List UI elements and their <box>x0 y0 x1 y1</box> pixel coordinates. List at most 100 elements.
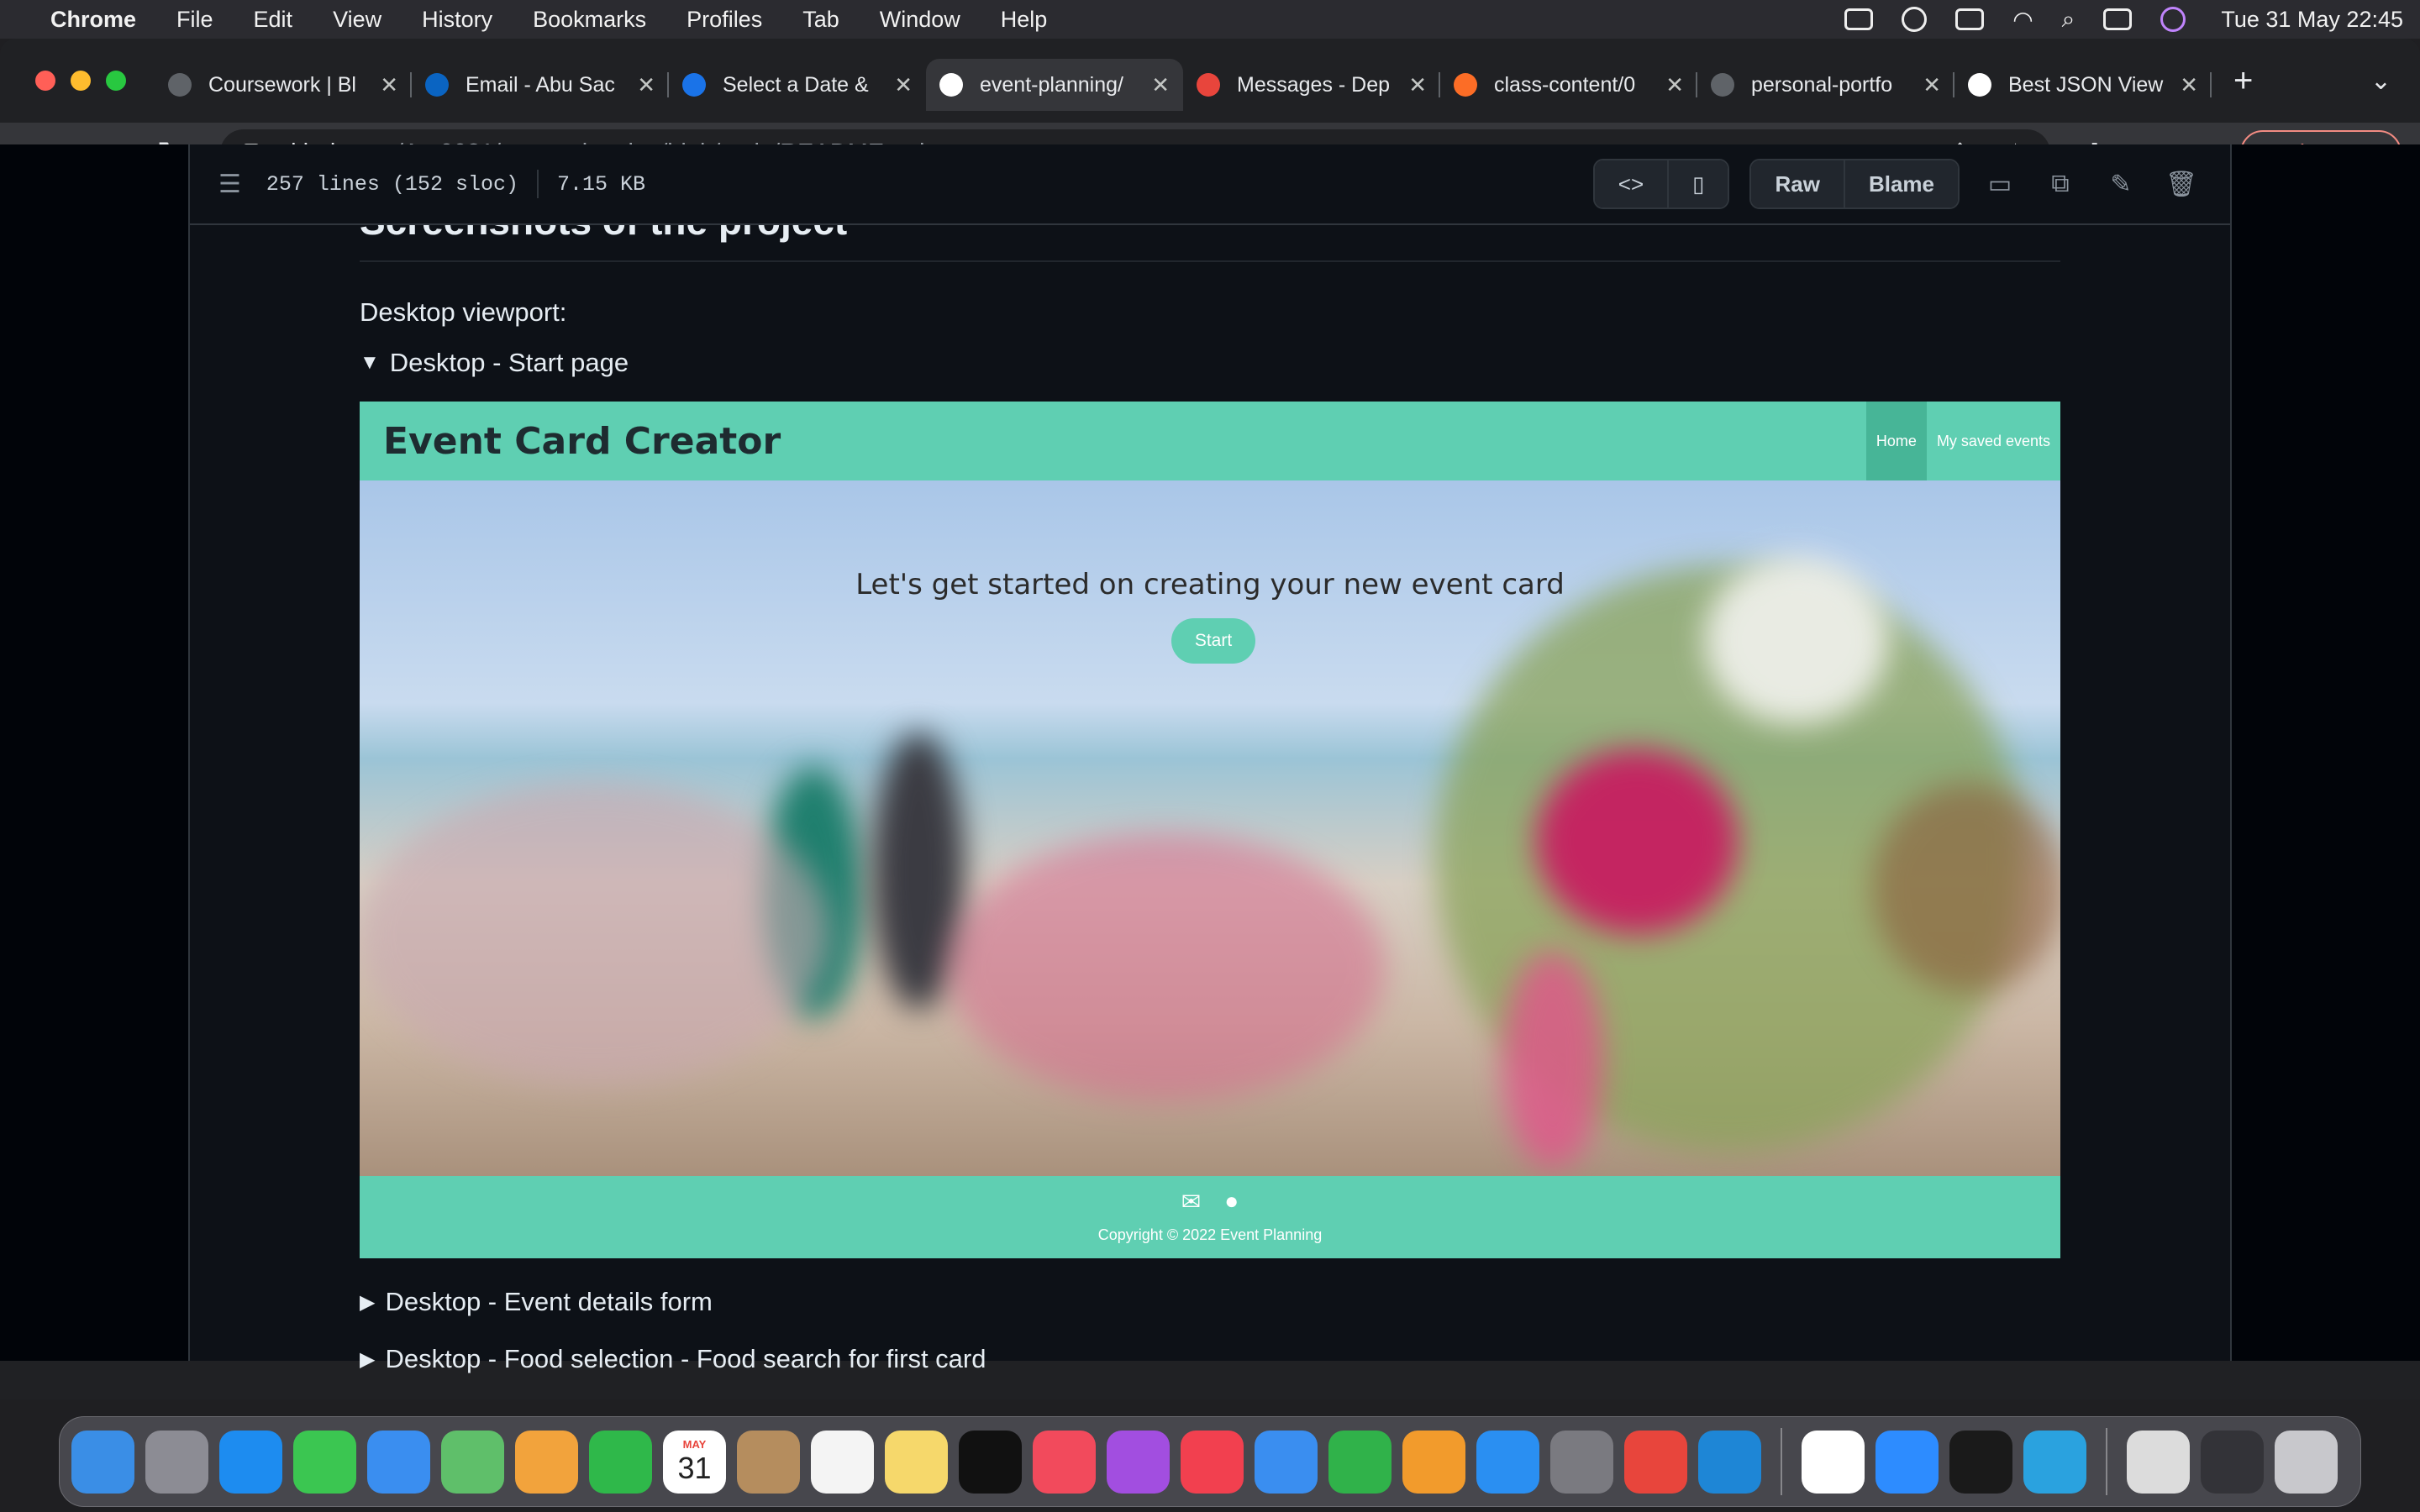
edit-pencil-icon[interactable]: ✎ <box>2101 170 2141 199</box>
delete-trash-icon[interactable]: 🗑 <box>2161 170 2202 199</box>
dock-mail-icon[interactable] <box>367 1430 430 1494</box>
dock-reminders-icon[interactable] <box>811 1430 874 1494</box>
dock-zoom-icon[interactable] <box>1876 1430 1939 1494</box>
new-tab-button[interactable]: + <box>2233 62 2253 100</box>
menu-help[interactable]: Help <box>1001 7 1048 33</box>
dock-contacts-icon[interactable] <box>737 1430 800 1494</box>
details-event-form[interactable]: ▶ Desktop - Event details form <box>360 1287 713 1317</box>
dock-safari-icon[interactable] <box>219 1430 282 1494</box>
siri-icon[interactable] <box>2160 7 2186 32</box>
dock-app-store-icon[interactable] <box>1476 1430 1539 1494</box>
shot-start-button: Start <box>1171 618 1255 664</box>
shot-hero-image: Let's get started on creating your new e… <box>360 480 2060 1176</box>
tab-label: Messages - Dep <box>1237 72 1391 97</box>
close-tab-icon[interactable]: ✕ <box>894 72 913 98</box>
dock-telegram-icon[interactable] <box>2023 1430 2086 1494</box>
dock-keynote-icon[interactable] <box>1255 1430 1318 1494</box>
zoom-status-icon[interactable] <box>1844 8 1874 30</box>
tab-4[interactable]: Messages - Dep ✕ <box>1183 59 1440 111</box>
close-tab-icon[interactable]: ✕ <box>1923 72 1941 98</box>
menu-profiles[interactable]: Profiles <box>687 7 762 33</box>
dock-launchpad-icon[interactable] <box>145 1430 208 1494</box>
viewport-label: Desktop viewport: <box>360 297 567 327</box>
blame-button[interactable]: Blame <box>1843 160 1958 207</box>
tab-strip: Coursework | Bl ✕ Email - Abu Sac ✕ Select a… <box>0 39 2420 123</box>
dock-notes-icon[interactable] <box>885 1430 948 1494</box>
dock-maps-icon[interactable] <box>441 1430 504 1494</box>
menu-view[interactable]: View <box>333 7 381 33</box>
wifi-icon[interactable]: ◠ <box>2012 6 2033 34</box>
dock-news-icon[interactable] <box>1181 1430 1244 1494</box>
dock-slack-icon[interactable] <box>1802 1430 1865 1494</box>
details-food-selection[interactable]: ▶ Desktop - Food selection - Food search… <box>360 1344 986 1374</box>
tab-7[interactable]: Best JSON View ✕ <box>1954 59 2212 111</box>
zoom-window-button[interactable] <box>106 71 126 91</box>
menu-bookmarks[interactable]: Bookmarks <box>533 7 646 33</box>
window-controls <box>35 71 126 91</box>
dock-chrome-icon[interactable] <box>1624 1430 1687 1494</box>
outline-list-icon[interactable]: ☰ <box>218 170 241 199</box>
dock-numbers-icon[interactable] <box>1328 1430 1392 1494</box>
hero-ribbon <box>1502 951 1603 1169</box>
dock-documents-icon[interactable] <box>2127 1430 2190 1494</box>
menu-window[interactable]: Window <box>880 7 960 33</box>
menu-clock[interactable]: Tue 31 May 22:45 <box>2221 7 2403 33</box>
dock-tv-icon[interactable] <box>959 1430 1022 1494</box>
copy-icon[interactable]: ⧉ <box>2040 170 2081 198</box>
hero-rose <box>1536 749 1738 934</box>
dock-finder-icon[interactable] <box>71 1430 134 1494</box>
dock-facetime-icon[interactable] <box>589 1430 652 1494</box>
dock-screenshot-stack-icon[interactable] <box>2201 1430 2264 1494</box>
dock-music-icon[interactable] <box>1033 1430 1096 1494</box>
raw-button[interactable]: Raw <box>1751 160 1844 207</box>
dock-calendar-icon[interactable]: MAY 31 <box>663 1430 726 1494</box>
menu-file[interactable]: File <box>176 7 213 33</box>
close-tab-icon[interactable]: ✕ <box>1151 72 1170 98</box>
menu-edit[interactable]: Edit <box>254 7 293 33</box>
notification-badge-icon[interactable] <box>1902 7 1928 32</box>
status-area: ◠ ⌕ Tue 31 May 22:45 <box>1844 6 2403 34</box>
dock-photos-icon[interactable] <box>515 1430 578 1494</box>
tab-3[interactable]: event-planning/ ✕ <box>926 59 1183 111</box>
close-tab-icon[interactable]: ✕ <box>637 72 655 98</box>
control-center-icon[interactable] <box>2103 8 2133 30</box>
battery-icon[interactable] <box>1955 8 1985 30</box>
tab-search-chevron-icon[interactable]: ⌄ <box>2370 66 2391 96</box>
menu-history[interactable]: History <box>422 7 492 33</box>
meta-divider <box>536 170 539 198</box>
desktop-icon[interactable]: ▭ <box>1980 170 2020 199</box>
preview-file-icon[interactable]: ▯ <box>1667 160 1728 207</box>
hero-blur-flowers <box>360 783 830 1085</box>
tab-1[interactable]: Email - Abu Sac ✕ <box>412 59 669 111</box>
close-tab-icon[interactable]: ✕ <box>2180 72 2198 98</box>
close-tab-icon[interactable]: ✕ <box>1665 72 1684 98</box>
tab-5[interactable]: class-content/0 ✕ <box>1440 59 1697 111</box>
spotlight-search-icon[interactable]: ⌕ <box>2062 6 2075 34</box>
dock-system-preferences-icon[interactable] <box>1550 1430 1613 1494</box>
menu-bar: Chrome File Edit View History Bookmarks … <box>0 0 2420 39</box>
tab-2[interactable]: Select a Date & ✕ <box>669 59 926 111</box>
dock-messages-icon[interactable] <box>293 1430 356 1494</box>
close-tab-icon[interactable]: ✕ <box>1408 72 1427 98</box>
close-tab-icon[interactable]: ✕ <box>380 72 398 98</box>
globe-icon <box>168 73 192 97</box>
tab-6[interactable]: personal-portfo ✕ <box>1697 59 1954 111</box>
dock-trash-icon[interactable] <box>2275 1430 2338 1494</box>
menu-app-name[interactable]: Chrome <box>50 7 136 33</box>
dock-pages-icon[interactable] <box>1402 1430 1465 1494</box>
details-start-page[interactable]: ▼ Desktop - Start page <box>360 348 629 378</box>
menu-tab[interactable]: Tab <box>802 7 839 33</box>
dock-separator <box>2106 1428 2107 1495</box>
shot-copyright: Copyright © 2022 Event Planning <box>1097 1226 1323 1243</box>
dock-podcasts-icon[interactable] <box>1107 1430 1170 1494</box>
minimize-window-button[interactable] <box>71 71 91 91</box>
tab-label: Coursework | Bl <box>208 72 356 97</box>
dock-terminal-icon[interactable] <box>1949 1430 2012 1494</box>
code-view-icon[interactable]: <> <box>1594 160 1668 207</box>
tab-0[interactable]: Coursework | Bl ✕ <box>155 59 412 111</box>
dock-vscode-icon[interactable] <box>1698 1430 1761 1494</box>
d-icon <box>1197 73 1220 97</box>
close-window-button[interactable] <box>35 71 55 91</box>
collapsed-triangle-icon: ▶ <box>360 1290 376 1314</box>
tab-label: Select a Date & <box>723 72 869 97</box>
